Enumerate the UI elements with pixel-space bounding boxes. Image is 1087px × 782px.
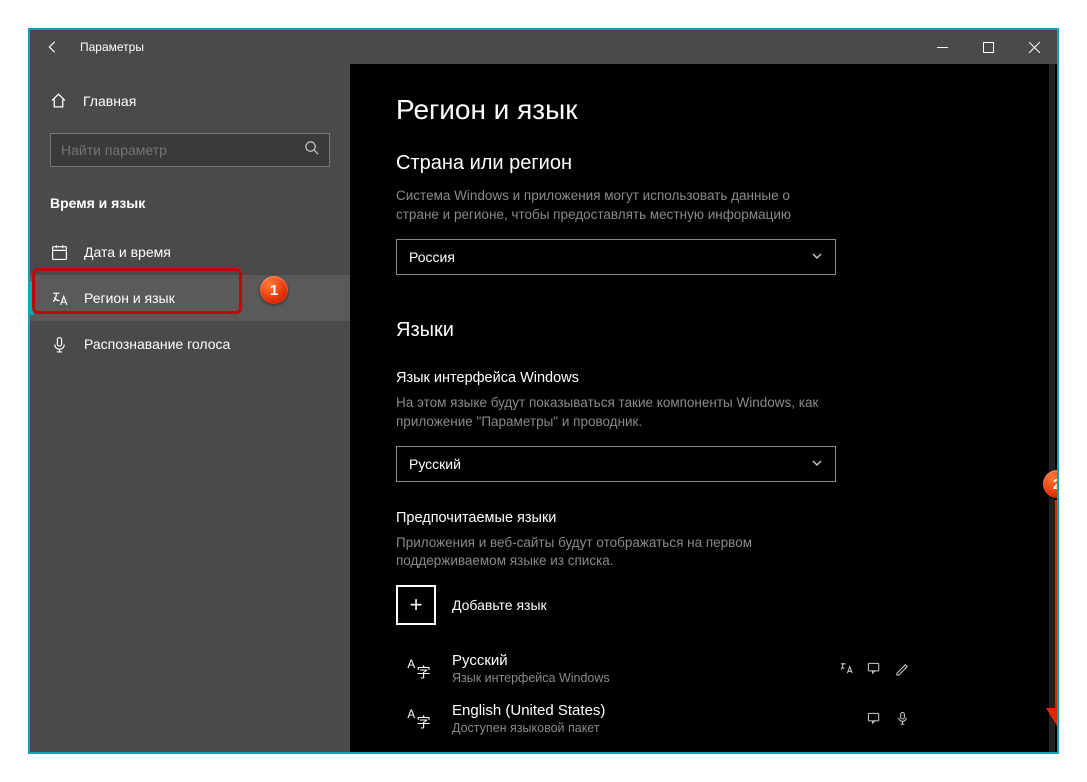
preferred-description: Приложения и веб-сайты будут отображатьс… [396,534,836,572]
language-subtitle: Доступен языковой пакет [452,721,605,735]
country-dropdown[interactable]: Россия [396,239,836,275]
back-button[interactable] [30,30,74,64]
main-content: Регион и язык Страна или регион Система … [350,64,1057,752]
language-subtitle: Язык интерфейса Windows [452,671,610,685]
display-language-icon [838,660,854,676]
preferred-heading: Предпочитаемые языки [396,510,1011,526]
mic-icon [50,335,68,353]
sidebar-section-title: Время и язык [30,195,350,211]
settings-window: Параметры Главная [28,28,1059,754]
country-value: Россия [409,249,455,265]
home-button[interactable]: Главная [30,86,350,115]
clock-icon [50,243,68,261]
voice-icon [894,710,910,726]
display-language-dropdown[interactable]: Русский [396,446,836,482]
add-language-label: Добавьте язык [452,597,547,613]
display-language-value: Русский [409,456,461,472]
annotation-badge-2: 2 [1043,470,1059,498]
chevron-down-icon [811,249,823,265]
language-name: English (United States) [452,702,605,719]
display-lang-heading: Язык интерфейса Windows [396,370,1011,386]
text-to-speech-icon [866,710,882,726]
language-name: Русский [452,652,610,669]
region-heading: Страна или регион [396,152,1011,175]
language-item[interactable]: A字 Русский Язык интерфейса Windows [396,643,916,693]
text-to-speech-icon [866,660,882,676]
svg-text:A: A [407,658,415,671]
sidebar-item-region-language[interactable]: Регион и язык [30,275,350,321]
language-icon [50,289,68,307]
language-list: A字 Русский Язык интерфейса Windows A字 [396,643,1011,743]
svg-text:字: 字 [417,715,431,731]
titlebar: Параметры [30,30,1057,64]
svg-text:A: A [407,708,415,721]
language-item[interactable]: A字 English (United States) Доступен язык… [396,693,916,743]
handwriting-icon [894,660,910,676]
sidebar: Главная Время и язык Дата и время [30,64,350,752]
chevron-down-icon [811,456,823,472]
display-lang-description: На этом языке будут показываться такие к… [396,394,836,432]
svg-text:字: 字 [417,665,431,681]
plus-icon: + [396,585,436,625]
sidebar-item-label: Распознавание голоса [84,336,230,352]
annotation-badge-1: 1 [260,276,288,304]
search-input[interactable] [61,142,296,158]
sidebar-item-date-time[interactable]: Дата и время [30,229,350,275]
home-label: Главная [83,93,136,109]
window-title: Параметры [80,40,144,54]
sidebar-item-label: Регион и язык [84,290,175,306]
language-glyph-icon: A字 [402,701,436,735]
home-icon [50,92,67,109]
sidebar-item-label: Дата и время [84,244,171,260]
close-button[interactable] [1011,30,1057,64]
add-language-button[interactable]: + Добавьте язык [396,585,1011,625]
sidebar-list: Дата и время Регион и язык Распознавание… [30,229,350,367]
language-feature-icons [866,710,910,726]
search-box[interactable] [50,133,330,167]
annotation-arrow-2: 2 [1041,470,1059,740]
sidebar-item-speech[interactable]: Распознавание голоса [30,321,350,367]
page-title: Регион и язык [396,94,1011,126]
minimize-button[interactable] [919,30,965,64]
language-feature-icons [838,660,910,676]
maximize-button[interactable] [965,30,1011,64]
language-glyph-icon: A字 [402,651,436,685]
region-description: Система Windows и приложения могут испол… [396,187,836,225]
search-icon [304,140,319,160]
languages-heading: Языки [396,319,1011,342]
